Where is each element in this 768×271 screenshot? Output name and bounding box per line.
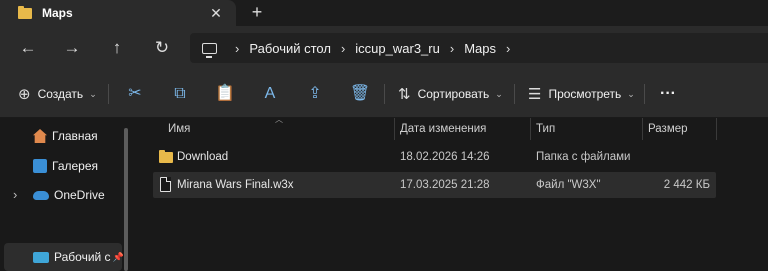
breadcrumb-maps[interactable]: Maps — [464, 41, 496, 56]
column-divider[interactable] — [642, 118, 643, 140]
up-arrow-icon[interactable]: ↑ — [105, 36, 129, 60]
address-bar[interactable]: › Рабочий стол › iccup_war3_ru › Maps › — [190, 33, 768, 63]
divider — [644, 84, 645, 104]
desktop-icon — [33, 251, 49, 263]
sort-button[interactable]: ⇅ Сортировать ⌄ — [398, 82, 503, 106]
column-divider[interactable] — [530, 118, 531, 140]
rename-icon[interactable]: A — [258, 82, 282, 106]
view-list-icon: ☰ — [528, 86, 542, 103]
sidebar-item-onedrive[interactable]: OneDrive — [33, 182, 105, 208]
chevron-down-icon: ⌄ — [89, 88, 97, 99]
home-icon — [33, 129, 47, 143]
file-size: 2 442 КБ — [663, 179, 710, 191]
breadcrumb-separator[interactable]: › — [506, 41, 510, 56]
column-header-size[interactable]: Размер — [648, 118, 688, 140]
sidebar-item-label: Галерея — [52, 159, 99, 173]
breadcrumb-iccup[interactable]: iccup_war3_ru — [355, 41, 440, 56]
sidebar-item-gallery[interactable]: Галерея — [33, 153, 98, 179]
chevron-down-icon: ⌄ — [627, 88, 635, 99]
file-name: Mirana Wars Final.w3x — [177, 179, 294, 191]
divider — [514, 84, 515, 104]
plus-circle-icon: ⊕ — [18, 86, 31, 103]
file-row-download[interactable]: Download 18.02.2026 14:26 Папка с файлам… — [153, 144, 716, 170]
column-header-date[interactable]: Дата изменения — [400, 118, 486, 140]
tab-bar: Maps ✕ + — [0, 0, 768, 26]
sidebar-item-label: OneDrive — [54, 188, 105, 202]
paste-icon[interactable]: 📋 — [213, 82, 237, 106]
file-type: Файл "W3X" — [536, 179, 601, 191]
cut-icon[interactable]: ✂ — [123, 82, 147, 106]
breadcrumb-separator[interactable]: › — [341, 41, 345, 56]
file-icon — [160, 177, 171, 192]
sort-indicator-icon: ︿ — [275, 115, 283, 124]
copy-icon[interactable]: ⧉ — [168, 82, 192, 106]
create-label: Создать — [37, 87, 84, 101]
monitor-icon — [202, 42, 217, 58]
file-name: Download — [177, 151, 229, 163]
sort-icon: ⇅ — [398, 86, 411, 103]
divider — [384, 84, 385, 104]
create-button[interactable]: ⊕ Создать ⌄ — [18, 82, 97, 106]
folder-icon — [18, 5, 32, 19]
cloud-icon — [33, 190, 49, 200]
file-date: 18.02.2026 14:26 — [400, 151, 490, 163]
tab-maps[interactable]: Maps ✕ — [0, 0, 236, 26]
sort-label: Сортировать — [417, 87, 490, 101]
sidebar-item-label: Рабочий с — [54, 250, 111, 264]
chevron-down-icon: ⌄ — [495, 88, 503, 99]
refresh-icon[interactable]: ↻ — [150, 36, 174, 60]
file-type: Папка с файлами — [536, 151, 631, 163]
back-arrow-icon[interactable]: ← — [16, 36, 40, 60]
sidebar-item-desktop[interactable]: Рабочий с 📌 — [33, 244, 124, 270]
command-bar: ⊕ Создать ⌄ ✂ ⧉ 📋 A ⇪ 🗑 ⇅ Сортировать ⌄ … — [0, 70, 768, 118]
sidebar-item-label: Главная — [52, 129, 98, 143]
sidebar-scrollbar[interactable] — [124, 128, 128, 271]
file-row-mirana[interactable]: Mirana Wars Final.w3x 17.03.2025 21:28 Ф… — [153, 172, 716, 198]
expand-chevron-icon[interactable]: › — [13, 187, 17, 202]
column-divider[interactable] — [394, 118, 395, 140]
file-date: 17.03.2025 21:28 — [400, 179, 490, 191]
more-options-button[interactable]: ··· — [660, 82, 676, 106]
column-divider[interactable] — [716, 118, 717, 140]
folder-icon — [159, 150, 173, 163]
navigation-bar: ← → ↑ ↻ › Рабочий стол › iccup_war3_ru ›… — [0, 26, 768, 70]
tab-title: Maps — [42, 6, 73, 20]
share-icon[interactable]: ⇪ — [303, 82, 327, 106]
breadcrumb-separator[interactable]: › — [235, 41, 239, 56]
delete-icon[interactable]: 🗑 — [348, 82, 372, 106]
gallery-icon — [33, 159, 47, 173]
pin-icon[interactable]: 📌 — [113, 252, 124, 263]
forward-arrow-icon[interactable]: → — [60, 36, 84, 60]
close-icon[interactable]: ✕ — [207, 4, 225, 22]
new-tab-button[interactable]: + — [248, 3, 266, 21]
column-header-type[interactable]: Тип — [536, 118, 555, 140]
divider — [108, 84, 109, 104]
breadcrumb-separator[interactable]: › — [450, 41, 454, 56]
view-button[interactable]: ☰ Просмотреть ⌄ — [528, 82, 635, 106]
view-label: Просмотреть — [548, 87, 622, 101]
sidebar-item-home[interactable]: Главная — [33, 123, 98, 149]
breadcrumb-desktop[interactable]: Рабочий стол — [249, 41, 331, 56]
column-header-name[interactable]: Имя — [168, 118, 190, 140]
